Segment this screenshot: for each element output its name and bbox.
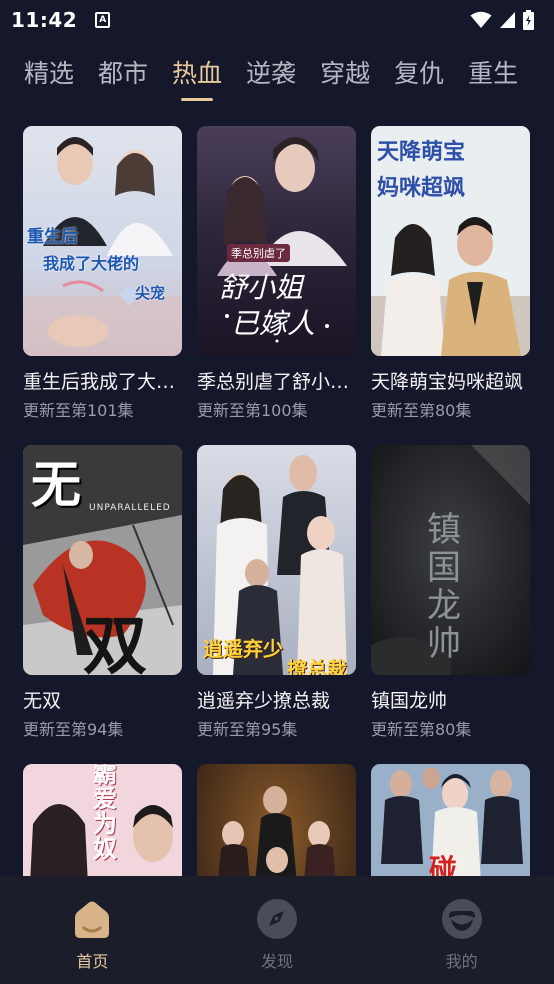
cover-text: 撩总裁 (287, 657, 347, 675)
category-tabs: 精选 都市 热血 逆袭 穿越 复仇 重生 (0, 46, 554, 106)
cover-text: 季总别虐了 (227, 244, 290, 262)
tab-fuchou[interactable]: 复仇 (394, 46, 444, 104)
tab-jingxuan[interactable]: 精选 (24, 46, 74, 104)
drama-title: 逍遥弃少撩总裁 (197, 690, 331, 712)
cover-text: 霸 (93, 764, 117, 788)
drama-card[interactable]: 霸 爱 为 奴 (23, 764, 182, 876)
compass-icon (257, 899, 297, 939)
battery-icon (523, 10, 534, 30)
cover-text: 妈咪超飒 (377, 176, 466, 201)
drama-card[interactable]: 季总别虐了 舒小姐 已嫁人 季总别虐了舒小姐已嫁人 更新至第100集 (197, 126, 356, 422)
drama-cover[interactable]: 镇国龙帅 (371, 445, 530, 675)
status-icons (470, 10, 534, 30)
cover-text: 天降萌宝 (377, 140, 466, 165)
drama-card[interactable]: 天降萌宝 妈咪超飒 天降萌宝妈咪超飒 更新至第80集 (371, 126, 530, 422)
cover-text: 爱 (93, 785, 117, 813)
status-bar: 11:42 A (0, 0, 554, 40)
drama-episodes: 更新至第101集 (23, 401, 134, 420)
cover-text: 为 (93, 810, 117, 838)
drama-card[interactable]: 逍遥弃少 撩总裁 逍遥弃少撩总裁 更新至第95集 (197, 445, 356, 741)
cover-text: UNPARALLELED (89, 503, 171, 513)
wifi-icon (470, 11, 492, 28)
drama-episodes: 更新至第95集 (197, 720, 298, 739)
drama-cover[interactable]: 碰 (371, 764, 530, 876)
drama-cover[interactable] (197, 764, 356, 876)
cover-text: 镇国龙帅 (427, 510, 461, 664)
tab-dushi[interactable]: 都市 (98, 46, 148, 104)
cover-text: 奴 (93, 835, 117, 863)
drama-title: 天降萌宝妈咪超飒 (371, 371, 524, 393)
cover-text: 无 (31, 456, 81, 514)
drama-cover[interactable]: 霸 爱 为 奴 (23, 764, 182, 876)
cover-text: 重生后 (27, 227, 78, 247)
bottom-nav: 首页 发现 我的 (0, 876, 554, 984)
nav-label-home: 首页 (76, 952, 109, 971)
cover-text: 碰 (429, 853, 458, 876)
cover-text: 尖宠 (135, 284, 166, 302)
tab-rexue[interactable]: 热血 (172, 46, 222, 104)
signal-icon (500, 12, 515, 28)
drama-episodes: 更新至第80集 (371, 401, 472, 420)
nav-label-discover: 发现 (261, 952, 294, 971)
home-icon (75, 901, 110, 938)
drama-episodes: 更新至第80集 (371, 720, 472, 739)
nav-label-profile: 我的 (445, 952, 478, 971)
drama-cover[interactable]: 逍遥弃少 撩总裁 (197, 445, 356, 675)
profile-icon (441, 899, 482, 939)
drama-grid: 重生后 我成了大佬的 尖宠 重生后我成了大佬的尖宠 更新至第101集 季总别虐了… (23, 126, 533, 876)
tab-chongsheng[interactable]: 重生 (468, 46, 518, 104)
drama-title: 镇国龙帅 (371, 690, 448, 712)
cover-text: 双 (83, 610, 147, 675)
drama-cover[interactable]: 无 UNPARALLELED 双 (23, 445, 182, 675)
drama-card[interactable]: 碰 (371, 764, 530, 876)
drama-card[interactable]: 镇国龙帅 镇国龙帅 更新至第80集 (371, 445, 530, 741)
drama-episodes: 更新至第94集 (23, 720, 124, 739)
tab-chuanyue[interactable]: 穿越 (320, 46, 370, 104)
status-time: 11:42 (11, 8, 78, 32)
drama-card[interactable] (197, 764, 356, 876)
nav-discover[interactable]: 发现 (185, 876, 370, 984)
notification-icon: A (95, 12, 111, 28)
drama-cover[interactable]: 季总别虐了 舒小姐 已嫁人 (197, 126, 356, 356)
tab-nixi[interactable]: 逆袭 (246, 46, 296, 104)
drama-episodes: 更新至第100集 (197, 401, 308, 420)
nav-home[interactable]: 首页 (0, 876, 185, 984)
drama-card[interactable]: 无 UNPARALLELED 双 无双 更新至第94集 (23, 445, 182, 741)
drama-cover[interactable]: 重生后 我成了大佬的 尖宠 (23, 126, 182, 356)
drama-title: 无双 (23, 690, 62, 712)
drama-title: 重生后我成了大佬的尖宠 (23, 371, 182, 393)
cover-text: 已嫁人 (231, 307, 316, 340)
drama-card[interactable]: 重生后 我成了大佬的 尖宠 重生后我成了大佬的尖宠 更新至第101集 (23, 126, 182, 422)
drama-title: 季总别虐了舒小姐已嫁人 (197, 371, 356, 393)
cover-text: 我成了大佬的 (43, 254, 140, 273)
drama-cover[interactable]: 天降萌宝 妈咪超飒 (371, 126, 530, 356)
nav-profile[interactable]: 我的 (369, 876, 554, 984)
cover-text: 舒小姐 (219, 271, 304, 304)
cover-text: 逍遥弃少 (203, 637, 283, 661)
